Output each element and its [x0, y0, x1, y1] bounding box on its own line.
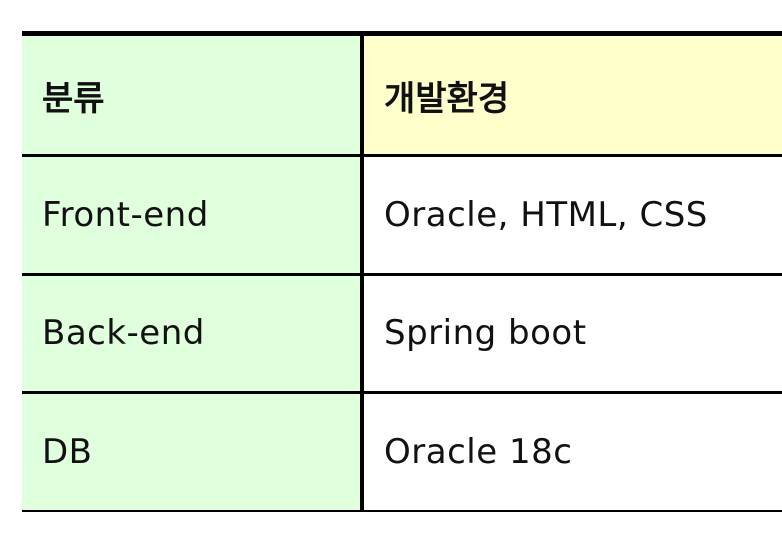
- table-row: Back-end Spring boot: [22, 274, 782, 394]
- environment-cell: Spring boot: [362, 274, 782, 394]
- category-cell: Back-end: [22, 274, 364, 394]
- category-cell: Front-end: [22, 155, 364, 276]
- header-environment: 개발환경: [362, 31, 782, 157]
- environment-cell: Oracle 18c: [362, 392, 782, 512]
- header-category: 분류: [22, 31, 364, 157]
- table-header-row: 분류 개발환경: [22, 31, 782, 157]
- environment-cell: Oracle, HTML, CSS: [362, 155, 782, 276]
- table-row: Front-end Oracle, HTML, CSS: [22, 155, 782, 276]
- category-cell: DB: [22, 392, 364, 512]
- table-row: DB Oracle 18c: [22, 392, 782, 512]
- dev-environment-table: 분류 개발환경 Front-end Oracle, HTML, CSS Back…: [22, 31, 782, 512]
